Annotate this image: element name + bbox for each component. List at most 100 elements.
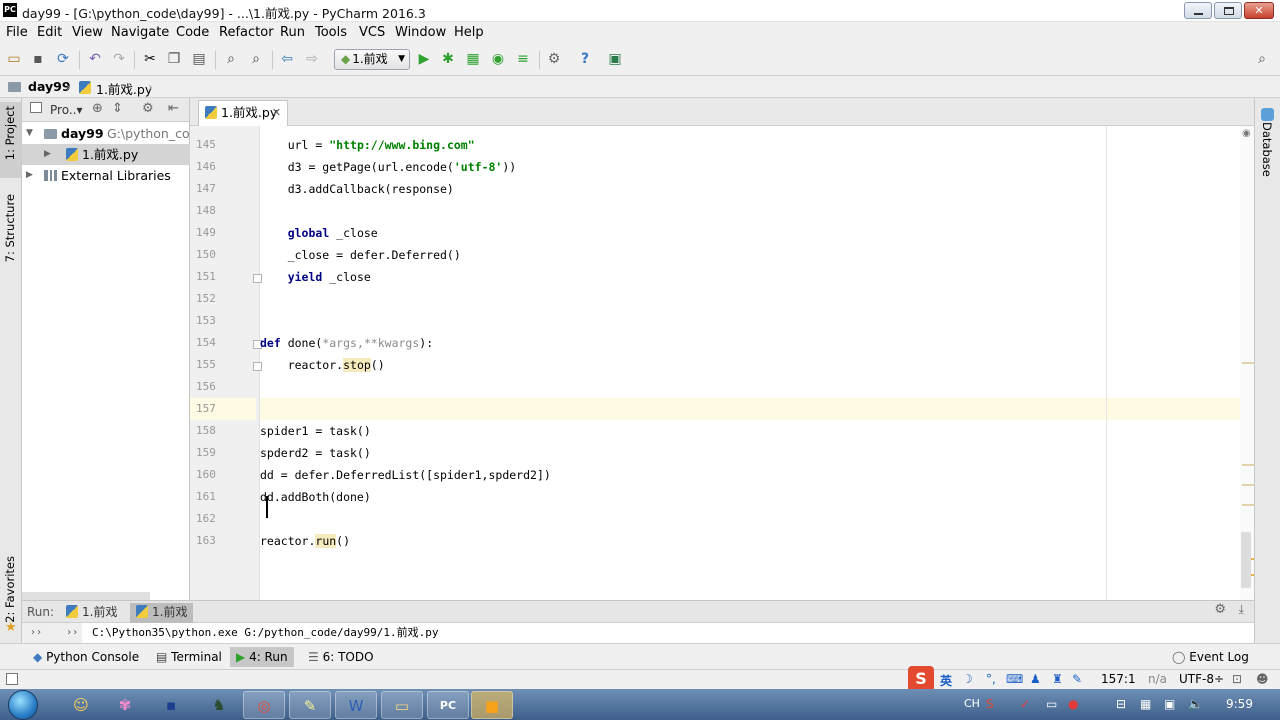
run-output[interactable]: ›› ›› C:\Python35\python.exe G:/python_c… [22,623,1254,644]
tab-database[interactable]: Database [1260,122,1274,177]
open-folder-icon[interactable]: ▭ [6,51,22,67]
menu-view[interactable]: View [72,25,103,40]
start-button[interactable] [8,690,38,720]
breadcrumb-file[interactable]: 1.前戏.py [96,79,152,98]
antivirus-tray-icon[interactable]: ✓ [1020,697,1030,711]
gear-icon[interactable]: ⚙ [1214,602,1226,617]
shirt-icon[interactable]: ♜ [1052,672,1063,686]
menu-refactor[interactable]: Refactor [219,25,274,40]
taskbar-explorer-icon[interactable]: ▭ [381,691,423,719]
lock-icon[interactable]: ⊡ [1232,672,1242,686]
find-icon[interactable]: ⌕ [223,51,239,67]
punctuation-icon[interactable]: °, [986,672,996,686]
gear-icon[interactable]: ⚙ [142,101,154,116]
taskbar-app-icon[interactable]: ✾ [104,691,146,719]
tray-icon[interactable]: ▦ [1140,697,1151,711]
file-encoding[interactable]: UTF-8÷ [1179,672,1224,686]
menu-window[interactable]: Window [395,25,446,40]
menu-tools[interactable]: Tools [315,25,347,40]
line-separator[interactable]: n/a [1148,672,1167,686]
tree-item-libraries[interactable]: ▶ External Libraries [22,165,190,186]
breadcrumb-project[interactable]: day99 [28,79,71,94]
close-icon[interactable]: ✕ [272,101,281,125]
replace-icon[interactable]: ⌕ [248,51,264,67]
tree-item-root[interactable]: ▼ day99 G:\python_cod [22,123,198,144]
locate-icon[interactable]: ⊕ [92,101,103,116]
profile-icon[interactable]: ◉ [490,51,506,67]
tab-terminal[interactable]: ▤ Terminal [150,647,228,667]
help-icon[interactable]: ? [577,51,593,67]
plugin-icon[interactable]: ▣ [607,51,623,67]
taskbar-chrome-icon[interactable]: ◎ [243,691,285,719]
undo-icon[interactable]: ↶ [87,51,103,67]
tab-todo[interactable]: ☰ 6: TODO [302,647,380,667]
network-icon[interactable]: ⊟ [1116,697,1126,711]
run-icon[interactable]: ▶ [416,51,432,67]
tab-favorites[interactable]: 2: Favorites [3,556,17,623]
tab-structure[interactable]: 7: Structure [3,194,17,262]
close-button[interactable]: ✕ [1244,2,1274,19]
maximize-button[interactable] [1214,2,1242,19]
ime-tray-icon[interactable]: S [986,697,994,711]
taskbar-save-icon[interactable]: ▪ [150,691,192,719]
tab-python-console[interactable]: ◆ Python Console [27,647,145,667]
tray-icon[interactable]: ▭ [1046,697,1057,711]
run-config-select[interactable]: ◆ 1.前戏 ▼ [334,49,410,70]
taskbar-word-icon[interactable]: W [335,691,377,719]
minimize-button[interactable] [1184,2,1212,19]
user-icon[interactable]: ♟ [1030,672,1041,686]
tray-icon[interactable]: ▣ [1164,697,1175,711]
taskbar-app-icon[interactable]: ♞ [198,691,240,719]
run-tab[interactable]: 1.前戏 [60,603,123,623]
editor-scrollbar[interactable]: ◉ [1240,126,1254,600]
project-hscrollbar[interactable] [22,592,150,600]
clock[interactable]: 9:59 [1226,697,1253,711]
debug-icon[interactable]: ✱ [440,51,456,67]
hide-panel-icon[interactable]: ⤓ [1239,602,1244,617]
volume-icon[interactable]: 🔈 [1188,697,1203,711]
menu-code[interactable]: Code [176,25,209,40]
forward-icon[interactable]: ⇨ [304,51,320,67]
back-icon[interactable]: ⇦ [279,51,295,67]
menu-help[interactable]: Help [454,25,484,40]
redo-icon[interactable]: ↷ [111,51,127,67]
menu-navigate[interactable]: Navigate [111,25,169,40]
tree-item-file[interactable]: ▶ 1.前戏.py [22,144,190,165]
language-indicator[interactable]: CH [964,697,980,710]
layout-icon[interactable] [6,673,18,685]
concurrency-icon[interactable]: ≡ [515,51,531,67]
tab-project[interactable]: 1: Project [3,106,17,160]
tab-file[interactable]: 1.前戏.py ✕ [198,100,288,126]
search-icon[interactable]: ⌕ [1254,51,1270,67]
taskbar-notepad-icon[interactable]: ✎ [289,691,331,719]
tab-run[interactable]: ▶ 4: Run [230,647,294,667]
menu-edit[interactable]: Edit [37,25,62,40]
taskbar-app-icon[interactable]: ☺ [60,691,102,719]
wrench-icon[interactable]: ✎ [1072,672,1082,686]
ime-mode[interactable]: 英 [940,672,952,689]
menu-run[interactable]: Run [280,25,305,40]
code-area[interactable]: url = "http://www.bing.com" d3 = getPage… [260,126,1254,600]
project-view-select[interactable]: Pro..▾ [50,103,82,117]
coverage-icon[interactable]: ▦ [465,51,481,67]
keyboard-icon[interactable]: ⌨ [1006,672,1023,686]
menu-vcs[interactable]: VCS [359,25,385,40]
collapse-icon[interactable]: ⇕ [112,101,123,116]
taskbar-pycharm-icon[interactable]: PC [427,691,469,719]
sync-icon[interactable]: ⟳ [55,51,71,67]
cut-icon[interactable]: ✂ [142,51,158,67]
save-icon[interactable]: ▪ [30,51,46,67]
line-number: 159 [196,446,216,459]
run-tab-active[interactable]: 1.前戏 [130,603,194,623]
record-tray-icon[interactable]: ● [1068,697,1078,711]
paste-icon[interactable]: ▤ [191,51,207,67]
moon-icon[interactable]: ☽ [962,672,973,686]
inspector-icon[interactable]: ☻ [1256,672,1269,686]
tab-event-log[interactable]: ◯ Event Log [1166,647,1255,667]
taskbar-app-icon[interactable]: ■ [471,691,513,719]
caret-position[interactable]: 157:1 [1101,672,1136,686]
copy-icon[interactable]: ❐ [166,51,182,67]
menu-file[interactable]: File [6,25,28,40]
settings-icon[interactable]: ⚙ [546,51,562,67]
hide-icon[interactable]: ⇤ [168,101,179,116]
